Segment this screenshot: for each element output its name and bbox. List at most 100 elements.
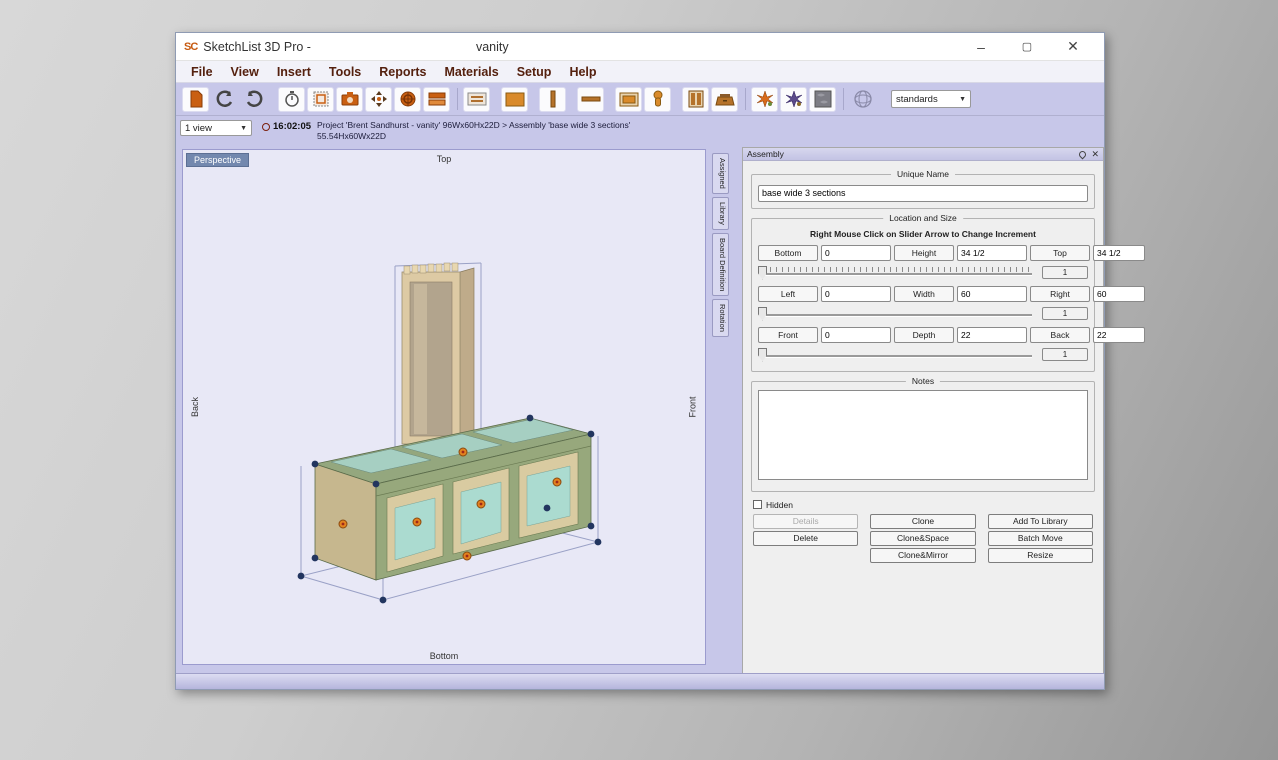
- burst-orange-button[interactable]: [751, 87, 778, 112]
- panel-close-icon[interactable]: ✕: [1091, 151, 1099, 158]
- batch-move-button[interactable]: Batch Move: [988, 531, 1093, 546]
- width-input[interactable]: [957, 286, 1027, 302]
- bottom-button[interactable]: Bottom: [758, 245, 818, 261]
- texture-button[interactable]: [809, 87, 836, 112]
- undo-button[interactable]: [211, 87, 238, 112]
- width-button[interactable]: Width: [894, 286, 954, 302]
- depth-increment[interactable]: 1: [1042, 348, 1088, 361]
- menu-materials[interactable]: Materials: [436, 63, 508, 81]
- viewport-3d[interactable]: Perspective Top Bottom Back Front: [182, 149, 706, 665]
- slider-handle[interactable]: [758, 348, 767, 362]
- clone-button[interactable]: Clone: [870, 514, 975, 529]
- depth-slider-row: 1: [758, 345, 1088, 365]
- globe-button[interactable]: [849, 87, 876, 112]
- toolbar: standards ▼: [176, 83, 1104, 116]
- perspective-badge[interactable]: Perspective: [186, 153, 249, 167]
- menu-file[interactable]: File: [182, 63, 222, 81]
- assembly-panel-header: Assembly ✕: [743, 148, 1103, 161]
- details-button[interactable]: Details: [753, 514, 858, 529]
- tab-assigned[interactable]: Assigned: [712, 153, 729, 194]
- menu-reports[interactable]: Reports: [370, 63, 435, 81]
- left-input[interactable]: [821, 286, 891, 302]
- chevron-down-icon: ▼: [953, 96, 966, 103]
- layers-button[interactable]: [423, 87, 450, 112]
- back-input[interactable]: [1093, 327, 1145, 343]
- move-object-button[interactable]: [365, 87, 392, 112]
- framed-panel-button[interactable]: [615, 87, 642, 112]
- depth-slider[interactable]: [758, 347, 1034, 363]
- pin-icon[interactable]: [1078, 149, 1088, 159]
- slider-hint: Right Mouse Click on Slider Arrow to Cha…: [758, 229, 1088, 239]
- view-count-dropdown[interactable]: 1 view ▼: [180, 120, 252, 136]
- right-input[interactable]: [1093, 286, 1145, 302]
- slider-handle[interactable]: [758, 266, 767, 280]
- depth-input[interactable]: [957, 327, 1027, 343]
- horizontal-increment[interactable]: 1: [1042, 307, 1088, 320]
- menu-view[interactable]: View: [222, 63, 268, 81]
- maximize-button[interactable]: ▢: [1004, 34, 1050, 60]
- add-to-library-button[interactable]: Add To Library: [988, 514, 1093, 529]
- hardware-button[interactable]: [644, 87, 671, 112]
- vertical-slider[interactable]: [758, 265, 1034, 281]
- rotate-target-button[interactable]: [394, 87, 421, 112]
- hardware-icon: [652, 90, 664, 108]
- base-cabinet[interactable]: [315, 418, 591, 580]
- insert-board-button[interactable]: [501, 87, 528, 112]
- door-button[interactable]: [682, 87, 709, 112]
- row-horizontal: Left Width Right: [758, 286, 1088, 302]
- vertical-divider-button[interactable]: [539, 87, 566, 112]
- bottom-input[interactable]: [821, 245, 891, 261]
- menu-insert[interactable]: Insert: [268, 63, 320, 81]
- front-input[interactable]: [821, 327, 891, 343]
- tab-board-definition[interactable]: Board Definition: [712, 233, 729, 296]
- close-button[interactable]: ✕: [1050, 34, 1096, 60]
- menu-setup[interactable]: Setup: [508, 63, 561, 81]
- timer-button[interactable]: [278, 87, 305, 112]
- height-input[interactable]: [957, 245, 1027, 261]
- redo-button[interactable]: [240, 87, 267, 112]
- row-vertical: Bottom Height Top: [758, 245, 1088, 261]
- vertical-board-icon: [548, 90, 558, 108]
- chevron-down-icon: ▼: [234, 125, 247, 132]
- left-button[interactable]: Left: [758, 286, 818, 302]
- window-title: SketchList 3D Pro -: [203, 40, 311, 54]
- menu-tools[interactable]: Tools: [320, 63, 370, 81]
- hidden-checkbox[interactable]: [753, 500, 762, 509]
- front-button[interactable]: Front: [758, 327, 818, 343]
- resize-button[interactable]: Resize: [988, 548, 1093, 563]
- horizontal-slider[interactable]: [758, 306, 1034, 322]
- tab-library[interactable]: Library: [712, 197, 729, 230]
- top-input[interactable]: [1093, 245, 1145, 261]
- depth-button[interactable]: Depth: [894, 327, 954, 343]
- notes-textarea[interactable]: [758, 390, 1088, 480]
- vertical-increment[interactable]: 1: [1042, 266, 1088, 279]
- burst-purple-button[interactable]: [780, 87, 807, 112]
- select-grid-button[interactable]: [307, 87, 334, 112]
- location-size-group: Location and Size Right Mouse Click on S…: [751, 218, 1095, 372]
- tab-rotation[interactable]: Rotation: [712, 299, 729, 337]
- right-button[interactable]: Right: [1030, 286, 1090, 302]
- snapshot-button[interactable]: [336, 87, 363, 112]
- board-edge-button[interactable]: [463, 87, 490, 112]
- mirror-tower[interactable]: [402, 263, 474, 444]
- clone-space-button[interactable]: Clone&Space: [870, 531, 975, 546]
- standards-dropdown[interactable]: standards ▼: [891, 90, 971, 108]
- minimize-button[interactable]: –: [958, 34, 1004, 60]
- horizontal-divider-button[interactable]: [577, 87, 604, 112]
- vanity-3d-model[interactable]: [295, 256, 607, 628]
- new-document-button[interactable]: [182, 87, 209, 112]
- camera-icon: [341, 91, 359, 107]
- clone-mirror-button[interactable]: Clone&Mirror: [870, 548, 975, 563]
- top-button[interactable]: Top: [1030, 245, 1090, 261]
- delete-button[interactable]: Delete: [753, 531, 858, 546]
- height-button[interactable]: Height: [894, 245, 954, 261]
- drawer-button[interactable]: [711, 87, 738, 112]
- menu-help[interactable]: Help: [560, 63, 605, 81]
- status-bar: [176, 673, 1104, 689]
- back-button[interactable]: Back: [1030, 327, 1090, 343]
- slider-handle[interactable]: [758, 307, 767, 321]
- desktop: SC SketchList 3D Pro - vanity – ▢ ✕ File…: [0, 0, 1278, 760]
- unique-name-label: Unique Name: [891, 169, 955, 179]
- project-breadcrumb: Project 'Brent Sandhurst - vanity' 96Wx6…: [317, 120, 630, 142]
- unique-name-input[interactable]: [758, 185, 1088, 202]
